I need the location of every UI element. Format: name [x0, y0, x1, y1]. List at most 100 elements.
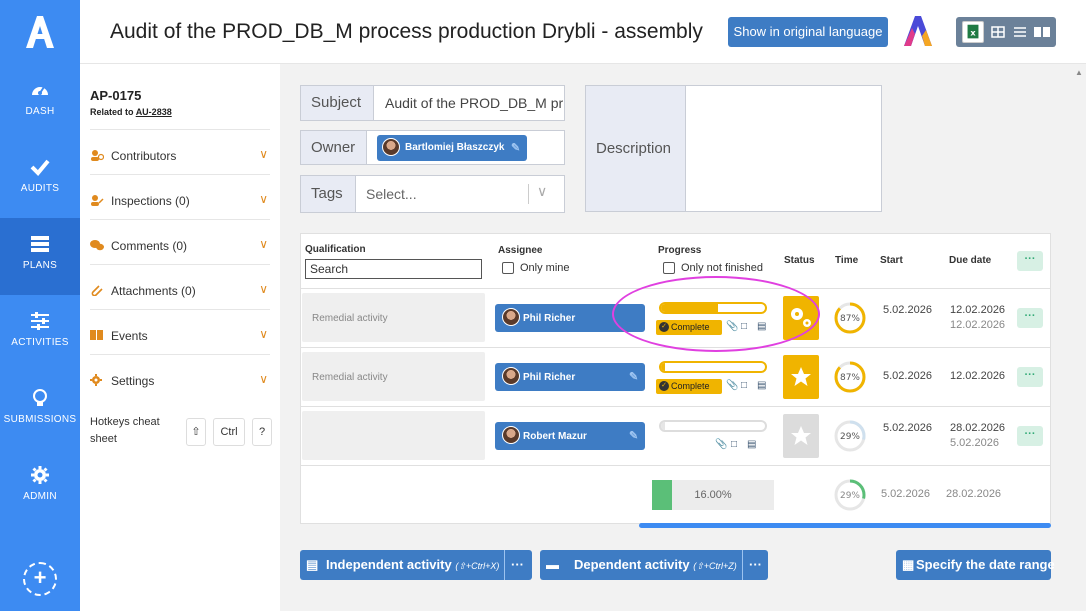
nav-dash[interactable]: DASH: [0, 64, 80, 141]
description-label: Description: [586, 86, 686, 211]
header-assignee[interactable]: Assignee: [498, 245, 542, 256]
related-audit-link[interactable]: AU-2838: [136, 107, 172, 117]
header-qualification[interactable]: Qualification: [305, 244, 366, 255]
chevron-down-icon: ∨: [259, 192, 268, 206]
page-title: Audit of the PROD_DB_M process productio…: [110, 20, 703, 43]
specify-date-range-label: Specify the date range: [916, 557, 1055, 572]
avatar: [382, 138, 400, 156]
brand-logo-icon: [904, 16, 932, 46]
check-icon: [30, 159, 50, 176]
subject-input[interactable]: Audit of the PROD_DB_M process productio…: [385, 86, 563, 120]
paperclip-icon[interactable]: 📎: [726, 380, 738, 391]
sidebar-item-contributors[interactable]: Contributors ∨: [90, 129, 270, 174]
only-not-finished-checkbox[interactable]: [663, 262, 675, 274]
pencil-icon[interactable]: ✎: [511, 141, 520, 154]
search-input[interactable]: Search: [305, 259, 482, 279]
show-original-language-button[interactable]: Show in original language: [728, 17, 888, 47]
horizontal-scrollbar[interactable]: [639, 523, 1051, 528]
independent-activity-button[interactable]: ▤ Independent activity (⇧+Ctrl+X) ···: [300, 550, 532, 580]
pencil-icon[interactable]: ✎: [629, 429, 638, 442]
qualification-cell[interactable]: Remedial activity: [302, 352, 485, 401]
only-mine-checkbox[interactable]: [502, 262, 514, 274]
independent-activity-more[interactable]: ···: [504, 550, 524, 580]
status-none[interactable]: [783, 414, 819, 458]
comment-icon[interactable]: □: [741, 380, 747, 391]
excel-export-icon[interactable]: x: [962, 21, 984, 43]
comment-icon[interactable]: □: [731, 439, 737, 450]
nav-plans[interactable]: PLANS: [0, 218, 80, 295]
owner-field: Owner Bartlomiej Błaszczyk ✎: [300, 130, 565, 165]
list-view-icon[interactable]: [1009, 21, 1031, 43]
specify-date-range-button[interactable]: ▦ Specify the date range: [896, 550, 1055, 580]
ctrl-key: Ctrl: [213, 418, 245, 446]
owner-chip[interactable]: Bartlomiej Błaszczyk ✎: [377, 135, 527, 161]
app-logo-icon[interactable]: [20, 12, 60, 52]
gauge-icon: [32, 86, 48, 95]
table-row[interactable]: Remedial activity Phil Richer ✎ ✓ Comple…: [301, 347, 1050, 406]
hotkeys-cheat-sheet[interactable]: Hotkeys cheat sheet: [90, 414, 180, 448]
header-due-date[interactable]: Due date: [949, 255, 991, 266]
table-row[interactable]: Robert Mazur ✎ 📎 □ ▤ 29% 5.02.2026 28.02…: [301, 406, 1050, 465]
chevron-down-icon: ∨: [259, 147, 268, 161]
description-input[interactable]: [686, 86, 881, 211]
header-start[interactable]: Start: [880, 255, 903, 266]
sidebar-item-comments[interactable]: Comments (0) ∨: [90, 219, 270, 264]
question-key: ?: [252, 418, 272, 446]
document-icon[interactable]: ▤: [747, 439, 756, 450]
row-more-button[interactable]: ···: [1017, 367, 1043, 387]
description-field: Description: [585, 85, 882, 212]
book-view-icon[interactable]: [1031, 21, 1053, 43]
svg-text:x: x: [970, 28, 976, 38]
grid-view-icon[interactable]: [987, 21, 1009, 43]
paperclip-icon[interactable]: 📎: [715, 439, 727, 450]
header-progress[interactable]: Progress: [658, 245, 701, 256]
independent-activity-icon: ▤: [306, 557, 319, 572]
tags-select[interactable]: Select...: [366, 176, 526, 212]
vertical-scrollbar[interactable]: ▲: [1072, 64, 1086, 611]
header-more-button[interactable]: ···: [1017, 251, 1043, 271]
dependent-activity-more[interactable]: ···: [742, 550, 762, 580]
detail-sidebar: AP-0175 Related to AU-2838 Contributors …: [80, 64, 280, 611]
assignee-name: Phil Richer: [523, 313, 576, 324]
comments-icon: [90, 240, 104, 251]
sidebar-item-inspections[interactable]: Inspections (0) ∨: [90, 174, 270, 219]
nav-submissions[interactable]: SUBMISSIONS: [0, 372, 80, 449]
star-icon: [791, 367, 811, 386]
sidebar-item-settings[interactable]: Settings ∨: [90, 354, 270, 399]
assignee-name: Robert Mazur: [523, 431, 587, 442]
progress-bar[interactable]: [659, 420, 767, 432]
assignee-chip[interactable]: Phil Richer ✎: [495, 363, 645, 391]
header-status[interactable]: Status: [784, 255, 815, 266]
nav-audits[interactable]: AUDITS: [0, 141, 80, 218]
sidebar-item-events[interactable]: Events ∨: [90, 309, 270, 354]
qualification-cell[interactable]: [302, 411, 485, 460]
nav-activities[interactable]: ACTIVITIES: [0, 295, 80, 372]
add-button[interactable]: +: [23, 562, 57, 596]
annotation-highlight-circle: [612, 276, 820, 352]
shift-key: ⇧: [186, 418, 206, 446]
dependent-activity-button[interactable]: ▬ Dependent activity (⇧+Ctrl+Z) ···: [540, 550, 768, 580]
document-icon[interactable]: ▤: [757, 380, 766, 391]
row-more-button[interactable]: ···: [1017, 426, 1043, 446]
assignee-chip[interactable]: Robert Mazur ✎: [495, 422, 645, 450]
summary-progress: 16.00%: [652, 480, 774, 510]
time-progress-ring: 29%: [834, 420, 866, 452]
related-to: Related to AU-2838: [90, 107, 172, 117]
chevron-down-icon: ∨: [259, 282, 268, 296]
header-time[interactable]: Time: [835, 255, 858, 266]
nav-plans-label: PLANS: [22, 260, 58, 271]
complete-button[interactable]: ✓ Complete: [656, 379, 722, 394]
pencil-icon[interactable]: ✎: [629, 370, 638, 383]
row-more-button[interactable]: ···: [1017, 308, 1043, 328]
owner-label: Owner: [301, 131, 367, 164]
progress-bar[interactable]: [659, 361, 767, 373]
nav-admin[interactable]: ADMIN: [0, 449, 80, 526]
sidebar-item-attachments[interactable]: Attachments (0) ∨: [90, 264, 270, 309]
chevron-down-icon[interactable]: ∨: [537, 183, 547, 200]
due-date-sub: 12.02.2026: [950, 319, 1006, 331]
calendar-icon: ▦: [902, 557, 915, 572]
scroll-up-icon[interactable]: ▲: [1075, 68, 1083, 77]
start-date: 5.02.2026: [883, 422, 932, 434]
status-starred[interactable]: [783, 355, 819, 399]
qualification-cell[interactable]: Remedial activity: [302, 293, 485, 342]
